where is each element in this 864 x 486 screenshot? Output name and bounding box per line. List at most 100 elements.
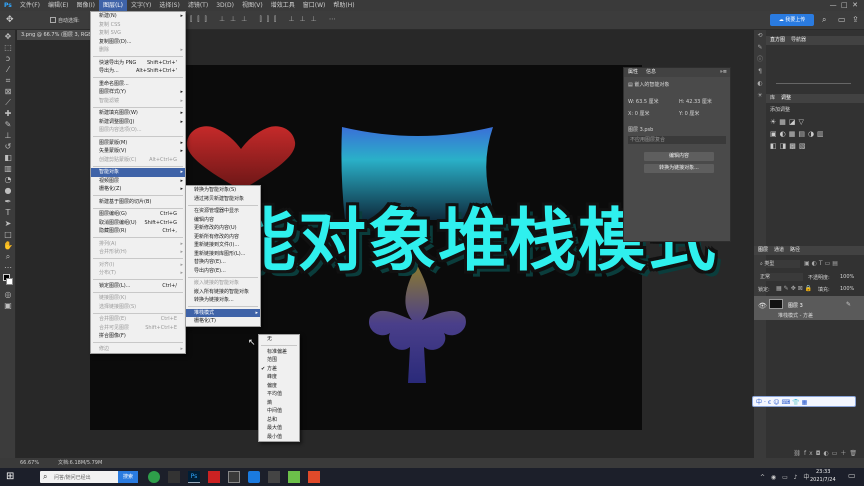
move-icon[interactable]: ✥ (2, 32, 14, 41)
align-icons[interactable]: ⫿⫿⫿ ⊥⊥⊥ ⫿⫿⫿ ⊥⊥⊥ ⋯ (190, 15, 341, 24)
gradient-icon[interactable]: ▥ (2, 164, 14, 173)
eraser-icon[interactable]: ◧ (2, 153, 14, 162)
tab-layers[interactable]: 图层 (758, 246, 768, 255)
x-field[interactable]: X: 0 厘米 (628, 110, 649, 117)
menu-type[interactable]: 文字(Y) (127, 0, 155, 11)
path-select-icon[interactable]: ➤ (2, 219, 14, 228)
clock-date[interactable]: 2021/7/24 (810, 477, 836, 483)
menu-item[interactable]: 总和 (259, 416, 299, 425)
menu-item[interactable]: 无 (259, 335, 299, 344)
layer-row[interactable]: 👁 图层 3 ✎ 堆栈模式 - 方差 (754, 296, 864, 320)
menu-layer[interactable]: 图层(L) (98, 0, 127, 11)
menu-image[interactable]: 图像(I) (73, 0, 99, 11)
menu-plugins[interactable]: 增效工具 (267, 0, 299, 11)
info-icon[interactable]: ⓘ (754, 54, 766, 66)
height-field[interactable]: H: 42.33 厘米 (679, 98, 712, 105)
menu-item[interactable]: 视频图层 ▸ (91, 177, 185, 186)
menu-item[interactable]: 通过拷贝新建智能对象 (186, 195, 260, 204)
menu-filter[interactable]: 滤镜(T) (184, 0, 212, 11)
opacity-value[interactable]: 100% (840, 274, 854, 280)
visibility-icon[interactable]: 👁 (758, 302, 767, 310)
menu-item[interactable]: 更新所有修改的内容 (186, 233, 260, 242)
crop-icon[interactable]: ⌗ (2, 76, 14, 85)
search-button[interactable]: 搜索 (118, 471, 138, 483)
menu-help[interactable]: 帮助(H) (329, 0, 358, 11)
ps-logo-icon[interactable]: Ps (0, 0, 16, 11)
menu-item[interactable]: 矢量蒙版(V) ▸ (91, 147, 185, 156)
glyph-icon[interactable]: ¶ (754, 66, 766, 78)
menu-item[interactable]: 栅格化(T) (186, 317, 260, 326)
menu-item[interactable]: 新建基于图层的切片(B) (91, 198, 185, 207)
layer-name[interactable]: 图层 3 (788, 302, 803, 309)
tray-icons[interactable]: ^ ◉ ▭ ♪ 中 (760, 472, 811, 481)
layer-filter-select[interactable]: ⌕ 类型 (758, 260, 800, 268)
menu-edit[interactable]: 编辑(E) (44, 0, 72, 11)
menu-item[interactable]: 导出内容(E)... (186, 267, 260, 276)
edit-contents-button[interactable]: 编辑内容 (644, 152, 714, 161)
filter-icons[interactable]: ▣◐T▭▤ (804, 260, 840, 267)
menu-item[interactable]: 重命名图层... (91, 80, 185, 89)
app-gray-icon[interactable] (228, 471, 240, 483)
document-tab[interactable]: 3.png @ 66.7% (图层 3, RGB/8#) × (17, 30, 97, 40)
tab-channels[interactable]: 通道 (774, 246, 784, 255)
tab-navigator[interactable]: 导航器 (791, 36, 806, 45)
menu-item[interactable]: 新建(N) ▸ (91, 12, 185, 21)
menu-item[interactable]: 最小值 (259, 433, 299, 442)
blur-icon[interactable]: ◔ (2, 175, 14, 184)
menu-item[interactable]: 偏度 (259, 382, 299, 391)
menu-item[interactable]: 范围 (259, 356, 299, 365)
menu-item[interactable]: 新建填充图层(W) ▸ (91, 109, 185, 118)
width-field[interactable]: W: 63.5 厘米 (628, 98, 659, 105)
menu-item[interactable]: 中间值 (259, 407, 299, 416)
menu-item[interactable]: 重新链接到文件(I)... (186, 241, 260, 250)
app-dark-icon[interactable] (268, 471, 280, 483)
screen-mode-icon[interactable]: ▣ (2, 301, 14, 310)
menu-item[interactable]: 图层样式(Y) ▸ (91, 88, 185, 97)
tab-properties[interactable]: 属性 (628, 68, 638, 77)
zoom-level[interactable]: 66.67% (20, 458, 39, 468)
menu-item[interactable]: 熵 (259, 399, 299, 408)
menu-item[interactable]: 复制图层(D)... (91, 38, 185, 47)
bulb-icon[interactable]: ☀ (754, 90, 766, 102)
menu-item[interactable]: 新建调整图层(J) ▸ (91, 118, 185, 127)
menu-item[interactable]: 平均值 (259, 390, 299, 399)
frame-icon[interactable]: ⊠ (2, 87, 14, 96)
auto-select-checkbox[interactable] (50, 17, 56, 23)
menu-item[interactable]: 转换为智能对象(S) (186, 186, 260, 195)
color-swatch-icon[interactable] (2, 274, 14, 288)
minimize-icon[interactable]: — (830, 1, 837, 9)
layer-comp-select[interactable]: 不应用图层复合 (628, 136, 726, 144)
menu-file[interactable]: 文件(F) (16, 0, 44, 11)
menu-item[interactable]: 标准偏差 (259, 348, 299, 357)
color-icon[interactable]: ◐ (754, 78, 766, 90)
link-icon[interactable]: ⛓ (793, 450, 804, 457)
menu-item[interactable]: 图层编组(G) Ctrl+G (91, 210, 185, 219)
history-icon[interactable]: ⟲ (754, 30, 766, 42)
tab-paths[interactable]: 路径 (790, 246, 800, 255)
app-blue-icon[interactable] (248, 471, 260, 483)
menu-item[interactable]: 取消图层编组(U) Shift+Ctrl+G (91, 219, 185, 228)
rectangle-icon[interactable]: □ (2, 230, 14, 239)
menu-item[interactable]: 隐藏图层(R) Ctrl+, (91, 227, 185, 236)
menu-item[interactable]: 峰度 (259, 373, 299, 382)
magic-wand-icon[interactable]: ⁄ (2, 65, 14, 74)
move-tool-icon[interactable]: ✥ (6, 15, 14, 25)
dodge-icon[interactable]: ● (2, 186, 14, 195)
menu-item[interactable]: 拼合图像(F) (91, 332, 185, 341)
type-icon[interactable]: T (2, 208, 14, 217)
tab-adjustments[interactable]: 调整 (781, 94, 791, 103)
eyedropper-icon[interactable]: ⟋ (2, 98, 14, 107)
menu-item[interactable]: 重新链接到库图形(L)... (186, 250, 260, 259)
menu-item[interactable]: ✔ 方差 (259, 365, 299, 374)
menu-item[interactable]: 智能对象 ▸ (91, 168, 185, 177)
panel-collapse-icon[interactable]: »≡ (720, 68, 730, 77)
fill-value[interactable]: 100% (840, 286, 854, 292)
app-orange-icon[interactable] (308, 471, 320, 483)
history-brush-icon[interactable]: ↺ (2, 142, 14, 151)
workspace-icon[interactable]: ▭ (838, 15, 846, 24)
menu-item[interactable]: 导出为... Alt+Shift+Ctrl+' (91, 67, 185, 76)
zoom-icon[interactable]: ⌕ (2, 252, 14, 261)
stamp-icon[interactable]: ⊥ (2, 131, 14, 140)
quick-mask-icon[interactable]: ◎ (2, 290, 14, 299)
menu-view[interactable]: 视图(V) (238, 0, 267, 11)
